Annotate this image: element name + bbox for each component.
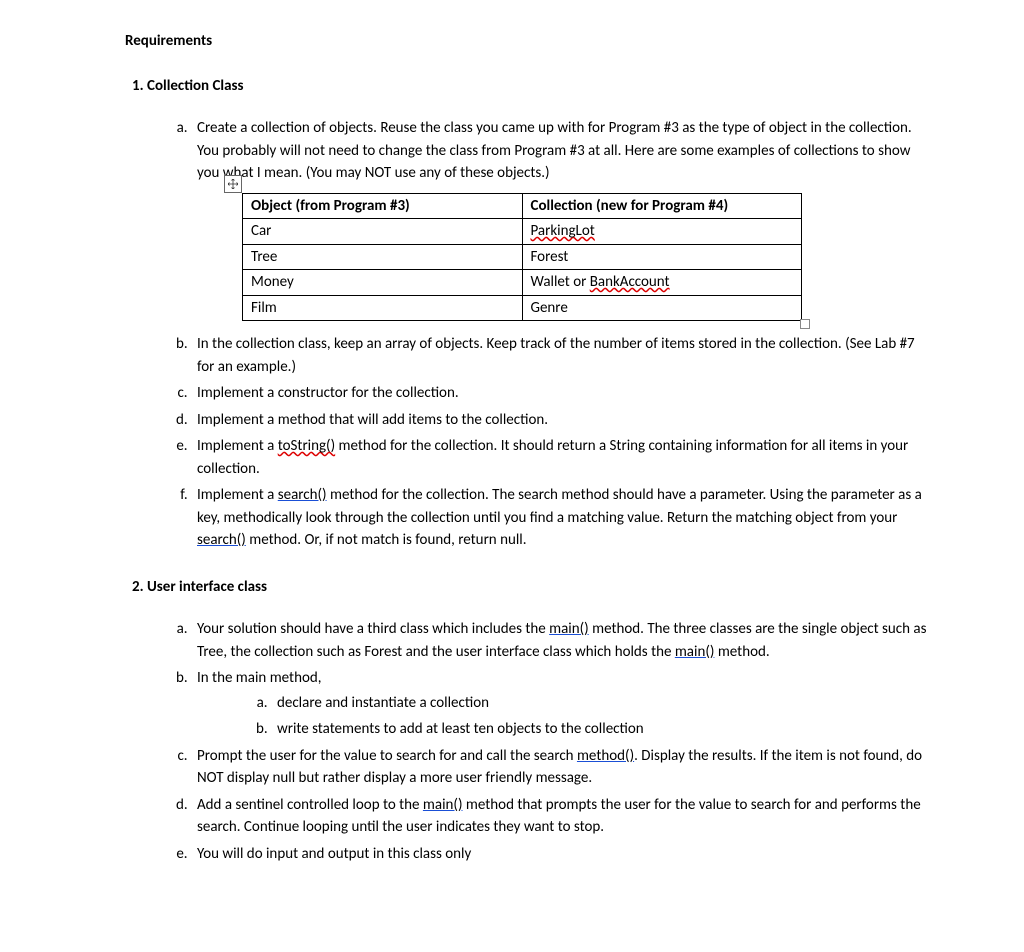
section-title: Collection Class (147, 77, 243, 95)
item-2b-b: write statements to add at least ten obj… (271, 718, 929, 741)
table-row: Film Genre (243, 295, 802, 321)
item-1a-text: Create a collection of objects. Reuse th… (197, 119, 912, 182)
table-resize-handle-icon[interactable] (800, 319, 810, 329)
example-table: Object (from Program #3) Collection (new… (242, 193, 802, 322)
section-title: User interface class (147, 578, 267, 596)
item-2b-inner-list: declare and instantiate a collection wri… (197, 692, 929, 741)
item-2e: You will do input and output in this cla… (191, 843, 929, 866)
table-header-object: Object (from Program #3) (243, 193, 523, 219)
table-row: Money Wallet or BankAccount (243, 270, 802, 296)
item-2a: Your solution should have a third class … (191, 618, 929, 663)
table-header-row: Object (from Program #3) Collection (new… (243, 193, 802, 219)
table-row: Tree Forest (243, 244, 802, 270)
item-1a: Create a collection of objects. Reuse th… (191, 117, 929, 321)
item-2d: Add a sentinel controlled loop to the ma… (191, 794, 929, 839)
table-header-collection: Collection (new for Program #4) (522, 193, 802, 219)
item-2b: In the main method, declare and instanti… (191, 667, 929, 741)
item-2b-a: declare and instantiate a collection (271, 692, 929, 715)
item-1f: Implement a search() method for the coll… (191, 484, 929, 552)
table-move-handle-icon[interactable] (224, 175, 242, 193)
numbered-list: Collection Class Create a collection of … (125, 75, 929, 866)
item-2c: Prompt the user for the value to search … (191, 745, 929, 790)
item-1d: Implement a method that will add items t… (191, 409, 929, 432)
section-collection-class: Collection Class Create a collection of … (147, 75, 929, 552)
item-1e: Implement a toString() method for the co… (191, 435, 929, 480)
item-1c: Implement a constructor for the collecti… (191, 382, 929, 405)
document-page: Requirements Collection Class Create a c… (0, 0, 1024, 929)
section-1-items: Create a collection of objects. Reuse th… (147, 117, 929, 552)
item-1b: In the collection class, keep an array o… (191, 333, 929, 378)
table-row: Car ParkingLot (243, 219, 802, 245)
page-title: Requirements (125, 30, 929, 53)
example-table-wrap: Object (from Program #3) Collection (new… (242, 193, 802, 322)
section-user-interface-class: User interface class Your solution shoul… (147, 576, 929, 866)
section-2-items: Your solution should have a third class … (147, 618, 929, 865)
